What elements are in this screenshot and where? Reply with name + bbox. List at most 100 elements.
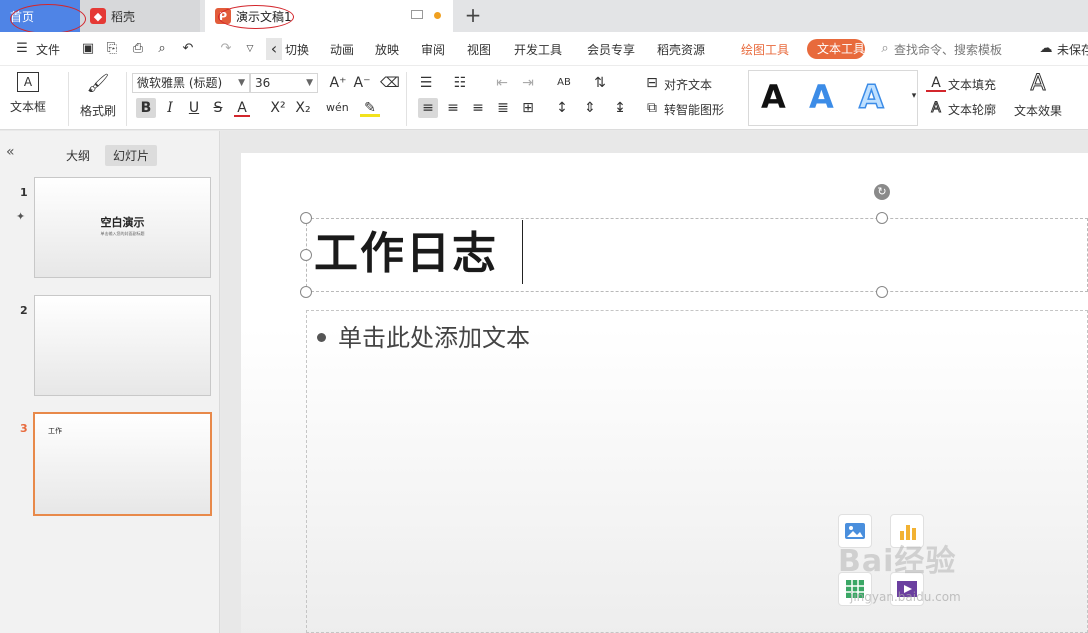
collapse-panel-icon[interactable]: «: [6, 144, 15, 160]
style-outline-blue[interactable]: A: [858, 77, 884, 117]
decrease-font-icon[interactable]: A⁻: [352, 73, 372, 93]
body-placeholder-text[interactable]: 单击此处添加文本: [338, 322, 530, 354]
slide-title[interactable]: 工作日志: [314, 226, 498, 282]
tab-daoke[interactable]: ◆ 稻壳: [80, 0, 200, 32]
body-placeholder[interactable]: [306, 310, 1088, 633]
unsaved-status[interactable]: 未保存: [1057, 41, 1088, 58]
strikethrough-icon[interactable]: S: [208, 98, 228, 118]
ribbon-toolbar: A 文本框 🖌 格式刷 微软雅黑 (标题) ▼ 36 ▼ A⁺ A⁻ ⌫ B I…: [0, 66, 1088, 130]
slide-thumbnail-1[interactable]: 空白演示 单击输入您的封面副标题: [34, 177, 211, 278]
menu-member[interactable]: 会员专享: [587, 41, 635, 58]
line-spacing-icon[interactable]: ⇕: [580, 98, 600, 118]
text-direction-icon[interactable]: AB: [554, 73, 574, 93]
rotate-handle-icon[interactable]: ↻: [874, 184, 890, 200]
bold-icon[interactable]: B: [136, 98, 156, 118]
undo-icon[interactable]: ↶: [180, 41, 196, 57]
subscript-icon[interactable]: X₂: [293, 98, 313, 118]
print-icon[interactable]: ⎙: [130, 41, 146, 57]
customize-dropdown-icon[interactable]: ▽: [242, 41, 258, 57]
print-preview-icon[interactable]: ⌕: [154, 41, 170, 57]
font-name-value: 微软雅黑 (标题): [137, 76, 223, 90]
font-size-value: 36: [255, 76, 271, 90]
ribbon-separator: [68, 72, 69, 126]
style-black[interactable]: A: [761, 77, 786, 117]
cloud-icon: ☁: [1039, 41, 1053, 56]
align-center-icon[interactable]: ≡: [443, 98, 463, 118]
paragraph-spacing-icon[interactable]: ↕: [552, 98, 572, 118]
font-size-select[interactable]: 36 ▼: [250, 73, 318, 93]
tab-slides[interactable]: 幻灯片: [105, 145, 158, 166]
resize-handle[interactable]: [876, 212, 888, 224]
menu-daoke-resources[interactable]: 稻壳资源: [657, 41, 705, 58]
tab-daoke-label: 稻壳: [111, 9, 136, 24]
line-spacing-sort-icon[interactable]: ⇅: [590, 73, 610, 93]
watermark-url: jingyan.baidu.com: [850, 590, 961, 604]
gallery-more-icon[interactable]: ▾: [904, 86, 924, 106]
monitor-icon[interactable]: [411, 10, 423, 19]
scroll-left-icon[interactable]: ‹: [266, 38, 282, 60]
decrease-indent-icon[interactable]: ⇤: [492, 73, 512, 93]
format-painter-button[interactable]: 🖌 格式刷: [80, 72, 116, 119]
font-name-select[interactable]: 微软雅黑 (标题) ▼: [132, 73, 250, 93]
menu-text-tools[interactable]: 文本工具: [807, 39, 865, 59]
text-effect-icon: A: [1030, 71, 1046, 96]
tab-home-label: 首页: [10, 9, 35, 24]
text-outline-button[interactable]: 文本轮廓: [948, 101, 996, 118]
bullet-list-icon[interactable]: ☰: [416, 73, 436, 93]
presentation-logo-icon: P: [215, 8, 231, 24]
export-pdf-icon[interactable]: ⎘: [104, 41, 120, 57]
align-text-button[interactable]: 对齐文本: [664, 76, 712, 93]
slide-thumbnail-3[interactable]: 工作: [33, 412, 212, 516]
text-effect-button[interactable]: A 文本效果: [1014, 71, 1063, 119]
numbered-list-icon[interactable]: ☷: [450, 73, 470, 93]
watermark-brand: Bai经验: [838, 544, 957, 579]
convert-smartart-button[interactable]: 转智能图形: [664, 101, 724, 118]
highlight-icon[interactable]: ✎: [360, 98, 380, 117]
tab-home[interactable]: 首页: [0, 0, 80, 32]
align-left-icon[interactable]: ≡: [418, 98, 438, 118]
textbox-button[interactable]: A 文本框: [10, 72, 46, 115]
phonetic-guide-icon[interactable]: wén: [326, 98, 349, 118]
increase-font-icon[interactable]: A⁺: [328, 73, 348, 93]
tab-bar: 首页 ◆ 稻壳 P 演示文稿1 +: [0, 0, 1088, 32]
menu-animation[interactable]: 动画: [330, 41, 354, 58]
add-tab-button[interactable]: +: [462, 4, 484, 28]
slide-panel: « 大纲 幻灯片 1 ✦ 空白演示 单击输入您的封面副标题 2 3 工作: [0, 131, 220, 633]
paragraph-settings-icon[interactable]: ↨: [610, 98, 630, 118]
text-fill-button[interactable]: 文本填充: [948, 76, 996, 93]
align-right-icon[interactable]: ≡: [468, 98, 488, 118]
menu-transition[interactable]: 切换: [285, 41, 309, 58]
text-effect-label: 文本效果: [1014, 104, 1063, 118]
style-blue[interactable]: A: [809, 77, 834, 117]
menu-bar: ☰ 文件 ▣ ⎘ ⎙ ⌕ ↶ ↷ ▽ ‹ 切换 动画 放映 审阅 视图 开发工具…: [0, 32, 1088, 66]
increase-indent-icon[interactable]: ⇥: [518, 73, 538, 93]
hamburger-menu-icon[interactable]: ☰: [14, 41, 30, 57]
menu-developer[interactable]: 开发工具: [514, 41, 562, 58]
search-icon: ⌕: [881, 41, 889, 56]
tab-outline[interactable]: 大纲: [58, 145, 98, 166]
menu-slideshow[interactable]: 放映: [375, 41, 399, 58]
distribute-icon[interactable]: ⊞: [518, 98, 538, 118]
bullet-icon: [317, 333, 326, 342]
menu-drawing-tools[interactable]: 绘图工具: [741, 41, 789, 58]
resize-handle[interactable]: [876, 286, 888, 298]
tab-document[interactable]: P 演示文稿1: [205, 0, 453, 32]
menu-view[interactable]: 视图: [467, 41, 491, 58]
menu-review[interactable]: 审阅: [421, 41, 445, 58]
search-commands[interactable]: 查找命令、搜索模板: [894, 41, 1002, 58]
slide-thumbnail-2[interactable]: [34, 295, 211, 396]
superscript-icon[interactable]: X²: [268, 98, 288, 118]
italic-icon[interactable]: I: [160, 98, 180, 118]
resize-handle[interactable]: [300, 249, 312, 261]
slide-number: 1: [20, 186, 28, 199]
font-color-icon[interactable]: A: [234, 98, 250, 117]
redo-icon[interactable]: ↷: [218, 41, 234, 57]
text-style-gallery[interactable]: A A A: [748, 70, 918, 126]
menu-file[interactable]: 文件: [36, 41, 60, 58]
underline-icon[interactable]: U: [184, 98, 204, 118]
justify-icon[interactable]: ≣: [493, 98, 513, 118]
resize-handle[interactable]: [300, 286, 312, 298]
resize-handle[interactable]: [300, 212, 312, 224]
clear-format-icon[interactable]: ⌫: [380, 73, 400, 93]
save-icon[interactable]: ▣: [80, 41, 96, 57]
